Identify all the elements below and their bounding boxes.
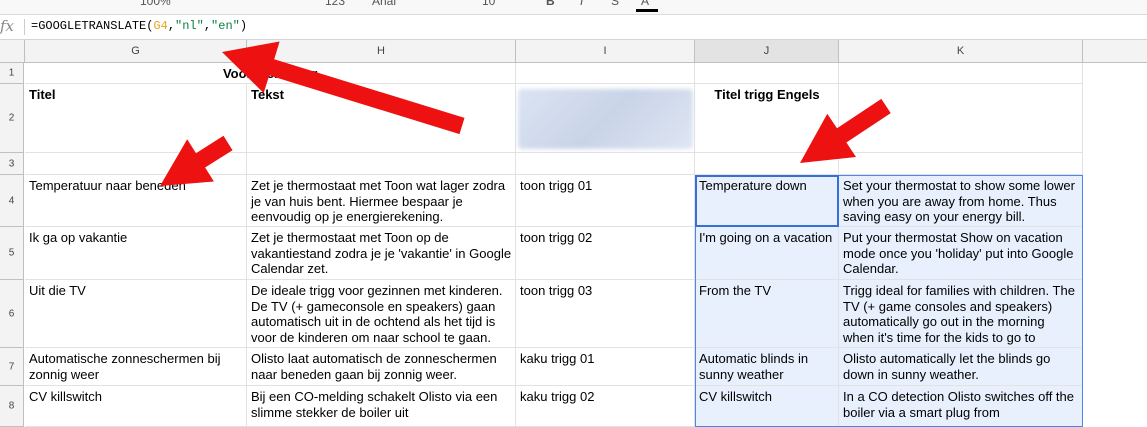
id-cell[interactable]: kaku trigg 01 [516,348,695,386]
cell[interactable] [247,153,516,175]
id-cell[interactable]: toon trigg 01 [516,175,695,227]
row-header-3[interactable]: 3 [0,153,24,175]
row-header-5[interactable]: 5 [0,227,24,280]
fx-icon: fx [0,17,15,35]
titel-en-cell[interactable]: I'm going on a vacation [695,227,839,280]
formula-bar: fx =GOOGLETRANSLATE(G4,"nl","en") [0,15,1147,40]
formula-input[interactable]: =GOOGLETRANSLATE(G4,"nl","en") [31,19,247,33]
row-header-6[interactable]: 6 [0,280,24,348]
header-tekst-cell[interactable]: Tekst [247,84,516,153]
blurred-image [518,89,693,149]
row-header-8[interactable]: 8 [0,386,24,427]
titel-cell[interactable]: CV killswitch [25,386,247,427]
tekst-en-cell[interactable]: In a CO detection Olisto switches off th… [839,386,1083,427]
column-header-k[interactable]: K [839,40,1083,63]
titel-cell[interactable]: Automatische zonneschermen bij zonnig we… [25,348,247,386]
id-cell[interactable]: toon trigg 02 [516,227,695,280]
tekst-en-cell[interactable]: Put your thermostat Show on vacation mod… [839,227,1083,280]
formula-divider [24,19,25,35]
tekst-en-cell[interactable]: Set your thermostat to show some lower w… [839,175,1083,227]
tekst-cell[interactable]: Zet je thermostaat met Toon wat lager zo… [247,175,516,227]
id-cell[interactable]: toon trigg 03 [516,280,695,348]
column-header-j[interactable]: J [695,40,839,63]
titel-cell[interactable]: Ik ga op vakantie [25,227,247,280]
column-header-l[interactable] [1083,40,1147,63]
id-cell[interactable]: kaku trigg 02 [516,386,695,427]
italic-button[interactable]: I [580,0,583,8]
font-size-select[interactable]: 10 [482,0,495,8]
bold-button[interactable]: B [546,0,555,8]
row-header-1[interactable]: 1 [0,63,24,84]
tekst-cell[interactable]: Bij een CO-melding schakelt Olisto via e… [247,386,516,427]
tekst-cell[interactable]: Zet je thermostaat met Toon op de vakant… [247,227,516,280]
column-header-i[interactable]: I [516,40,695,63]
tekst-cell[interactable]: De ideale trigg voor gezinnen met kinder… [247,280,516,348]
text-color-button[interactable]: A [641,0,649,8]
titel-en-cell[interactable]: Automatic blinds in sunny weather [695,348,839,386]
cell[interactable] [839,63,1083,84]
number-format-button[interactable]: 123 [325,0,345,8]
tekst-en-cell[interactable]: Trigg ideal for families with children. … [839,280,1083,348]
cell[interactable] [695,153,839,175]
cell[interactable] [839,153,1083,175]
header-titel-engels-cell[interactable]: Titel trigg Engels [695,84,839,153]
titel-en-cell[interactable]: CV killswitch [695,386,839,427]
column-header-h[interactable]: H [247,40,516,63]
cell[interactable] [839,84,1083,153]
tekst-en-cell[interactable]: Olisto automatically let the blinds go d… [839,348,1083,386]
titel-en-cell[interactable]: From the TV [695,280,839,348]
titel-cell[interactable]: Uit die TV [25,280,247,348]
cell[interactable] [695,63,839,84]
cell[interactable] [516,63,695,84]
toolbar: 100% 123 Arial 10 B I S A [0,0,1147,15]
column-header-g[interactable]: G [25,40,247,63]
cell[interactable] [25,153,247,175]
cell[interactable] [516,153,695,175]
row-header-4[interactable]: 4 [0,175,24,227]
text-color-swatch [636,9,658,12]
merged-title-cell[interactable]: Voorbeeld trigg [25,63,516,84]
tekst-cell[interactable]: Olisto laat automatisch de zonneschermen… [247,348,516,386]
row-header-7[interactable]: 7 [0,348,24,386]
titel-en-cell[interactable]: Temperature down [695,175,839,227]
select-all-corner[interactable] [0,40,25,63]
font-select[interactable]: Arial [372,0,396,8]
header-titel-cell[interactable]: Titel [25,84,247,153]
strikethrough-button[interactable]: S [611,0,619,8]
titel-cell[interactable]: Temperatuur naar beneden [25,175,247,227]
zoom-select[interactable]: 100% [140,0,171,8]
row-header-2[interactable]: 2 [0,84,24,153]
